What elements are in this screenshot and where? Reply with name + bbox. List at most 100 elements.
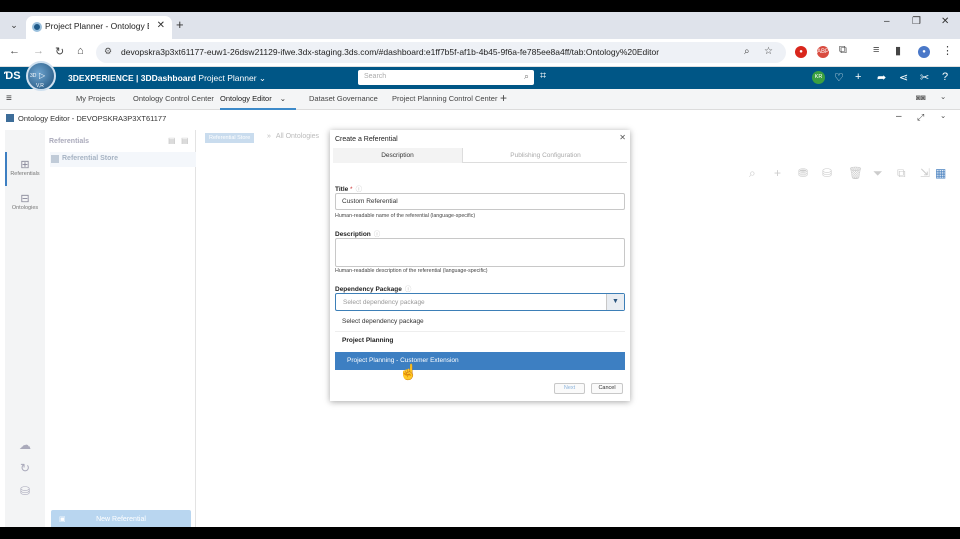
brand-app: Project Planner — [198, 73, 257, 83]
search-icon[interactable]: ⌕ — [749, 166, 756, 181]
menu-kebab-icon[interactable]: ⋮ — [942, 44, 953, 57]
profile-icon[interactable]: ● — [918, 46, 930, 58]
title-help: Human-readable name of the referential (… — [335, 213, 476, 219]
dialog-tabs: Description Publishing Configuration — [333, 148, 627, 163]
next-button[interactable]: Next — [554, 383, 585, 394]
tab-ontology-control-center[interactable]: Ontology Control Center — [133, 94, 214, 103]
maximize-widget-icon[interactable]: ⤢ — [917, 112, 924, 123]
filter-icon[interactable]: ⏷ — [873, 166, 883, 181]
window-close-button[interactable]: ✕ — [941, 16, 949, 27]
tab-search-icon[interactable]: ⌄ — [6, 17, 22, 33]
import-icon[interactable]: ⛃ — [798, 166, 808, 180]
tab-description[interactable]: Description — [333, 148, 463, 163]
restore-button[interactable]: ❐ — [912, 16, 921, 27]
description-label: Description ⓘ — [335, 228, 380, 238]
notifications-icon[interactable]: ♡ — [834, 71, 844, 84]
zoom-icon[interactable]: ⌕ — [744, 46, 750, 57]
add-tab-icon[interactable]: + — [500, 91, 507, 105]
dependency-select[interactable]: Select dependency package ▼ — [335, 293, 625, 311]
description-label-text: Description — [335, 231, 371, 238]
new-referential-button[interactable]: ▣ New Referential — [51, 510, 191, 527]
minimize-widget-icon[interactable]: – — [896, 111, 902, 122]
widget-title: Ontology Editor - DEVOPSKRA3P3XT61177 — [18, 114, 167, 123]
transfer-icon[interactable]: ⇲ — [920, 166, 930, 180]
adblock-icon[interactable]: ABP — [817, 46, 829, 58]
cancel-button[interactable]: Cancel — [591, 383, 623, 394]
app-header: ƊS 3D V,R ▷ 3DEXPERIENCE | 3DDashboard P… — [0, 61, 960, 91]
title-field[interactable]: Custom Referential — [335, 193, 625, 210]
bookmark-star-icon[interactable]: ☆ — [764, 46, 773, 57]
reload-icon[interactable]: ↻ — [55, 45, 64, 58]
option-placeholder[interactable]: Select dependency package — [335, 313, 625, 331]
browser-tab[interactable]: Project Planner - Ontology Edi ✕ — [26, 16, 172, 39]
site-info-icon[interactable]: ⚙ — [104, 46, 112, 57]
search-icon[interactable]: ⌕ — [524, 71, 529, 82]
dependency-placeholder: Select dependency package — [343, 299, 425, 306]
breadcrumb-store[interactable]: Referential Store — [205, 133, 255, 143]
tab-dataset-governance[interactable]: Dataset Governance — [309, 94, 378, 103]
widget-menu-icon[interactable]: ⌄ — [940, 111, 946, 120]
collapse-icon[interactable]: ⌄ — [940, 92, 946, 101]
delete-icon[interactable]: 🗑 — [848, 166, 863, 180]
option-group-project-planning: Project Planning — [335, 331, 625, 349]
chevron-down-icon[interactable]: ⌄ — [280, 94, 286, 103]
info-icon: ⓘ — [373, 231, 381, 238]
compass-icon[interactable]: 3D V,R ▷ — [26, 61, 56, 91]
chevron-down-icon[interactable]: ▼ — [606, 294, 624, 310]
extension-red-icon[interactable]: ● — [795, 46, 807, 58]
close-icon[interactable]: ✕ — [619, 133, 626, 142]
help-icon[interactable]: ? — [942, 71, 948, 83]
search-input[interactable]: Search ⌕ — [358, 70, 534, 85]
chevron-down-icon: ⌄ — [258, 73, 267, 83]
home-icon[interactable]: ⌂ — [77, 45, 84, 57]
database-delete-icon[interactable]: ⛁ — [5, 484, 45, 498]
title-label: Title * ⓘ — [335, 186, 363, 193]
browser-tab-strip: ⌄ Project Planner - Ontology Edi ✕ + – ❐… — [0, 12, 960, 39]
tools-icon[interactable]: ✂ — [920, 71, 929, 84]
brand-title[interactable]: 3DEXPERIENCE | 3DDashboard Project Plann… — [68, 73, 266, 84]
widget-app-icon — [6, 114, 14, 122]
grid-view-icon[interactable]: ▦ — [935, 166, 946, 180]
toggle-view-icon[interactable]: ◙◙ — [916, 93, 926, 102]
tab-my-projects[interactable]: My Projects — [76, 94, 115, 103]
option-project-planning-customer-extension[interactable]: Project Planning - Customer Extension — [335, 352, 625, 370]
share-network-icon[interactable]: ⋖ — [899, 71, 908, 84]
database-icon[interactable]: ⛁ — [822, 166, 832, 180]
breadcrumb-current[interactable]: All Ontologies — [276, 133, 319, 140]
panel-action2-icon[interactable]: ▤ — [181, 136, 189, 145]
tag-icon[interactable]: ⌗ — [540, 70, 546, 83]
back-icon[interactable]: ← — [9, 45, 20, 57]
forward-icon[interactable]: → — [33, 45, 44, 57]
tab-ontology-editor[interactable]: Ontology Editor ⌄ — [220, 94, 296, 110]
description-field[interactable] — [335, 238, 625, 267]
share-arrow-icon[interactable]: ➦ — [877, 71, 886, 84]
upload-icon[interactable]: ☁ — [5, 438, 45, 452]
tab-publishing-configuration[interactable]: Publishing Configuration — [464, 148, 627, 163]
extensions-puzzle-icon[interactable]: ⧉ — [839, 44, 847, 57]
breadcrumb: » All Ontologies — [267, 133, 319, 140]
copy-icon[interactable]: ⧉ — [897, 166, 906, 181]
breadcrumb-sep: » — [267, 133, 271, 140]
description-help: Human-readable description of the refere… — [335, 268, 488, 274]
media-control-icon[interactable]: ≡ — [873, 44, 879, 56]
add-icon[interactable]: + — [774, 166, 781, 180]
panel-action-icon[interactable]: ▤ — [168, 136, 176, 145]
create-referential-dialog: Create a Referential ✕ Description Publi… — [330, 130, 630, 401]
side-panel-icon[interactable]: ▮ — [895, 44, 901, 57]
nav-referentials[interactable]: ⊞ Referentials — [5, 158, 45, 177]
nav-ontologies[interactable]: ⊟ Ontologies — [5, 192, 45, 211]
new-tab-button[interactable]: + — [176, 17, 184, 32]
favicon-icon — [32, 22, 42, 32]
url-text: devopskra3p3xt61177-euw1-26dsw21129-ifwe… — [121, 47, 660, 57]
list-item[interactable]: Referential Store — [50, 152, 196, 167]
tab-project-planning-control-center[interactable]: Project Planning Control Center — [392, 94, 497, 103]
dashboard-tabs: ≡ My Projects Ontology Control Center On… — [0, 89, 960, 110]
address-bar[interactable]: ⚙ devopskra3p3xt61177-euw1-26dsw21129-if… — [96, 42, 786, 63]
add-icon[interactable]: + — [855, 71, 861, 83]
tab-ontology-editor-label: Ontology Editor — [220, 94, 272, 103]
refresh-icon[interactable]: ↻ — [5, 461, 45, 475]
hamburger-menu-icon[interactable]: ≡ — [6, 93, 12, 104]
avatar[interactable]: KR — [812, 71, 825, 84]
minimize-button[interactable]: – — [884, 16, 890, 27]
tab-close-icon[interactable]: ✕ — [157, 20, 165, 31]
